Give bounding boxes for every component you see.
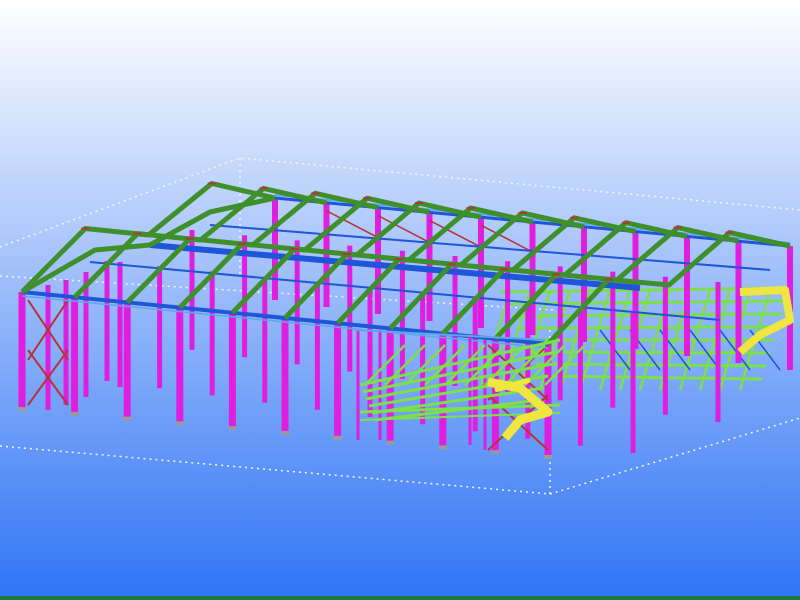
column-base-plate	[123, 416, 132, 421]
column-base-plate	[491, 450, 500, 455]
column-base-plate	[175, 421, 184, 426]
column-base-plate	[386, 440, 395, 445]
viewport-bottom-strip	[0, 596, 800, 600]
column-base-plate	[70, 411, 79, 416]
column-base-plate	[333, 435, 342, 440]
structure-3d-view[interactable]	[0, 0, 800, 600]
column-base-plate	[544, 455, 552, 459]
model-viewport[interactable]	[0, 0, 800, 600]
column-base-plate	[228, 426, 237, 431]
mezz-far-beam	[535, 362, 767, 368]
column-base-plate	[438, 445, 447, 450]
column-base-plate	[281, 431, 289, 435]
column-base-plate	[18, 407, 26, 411]
